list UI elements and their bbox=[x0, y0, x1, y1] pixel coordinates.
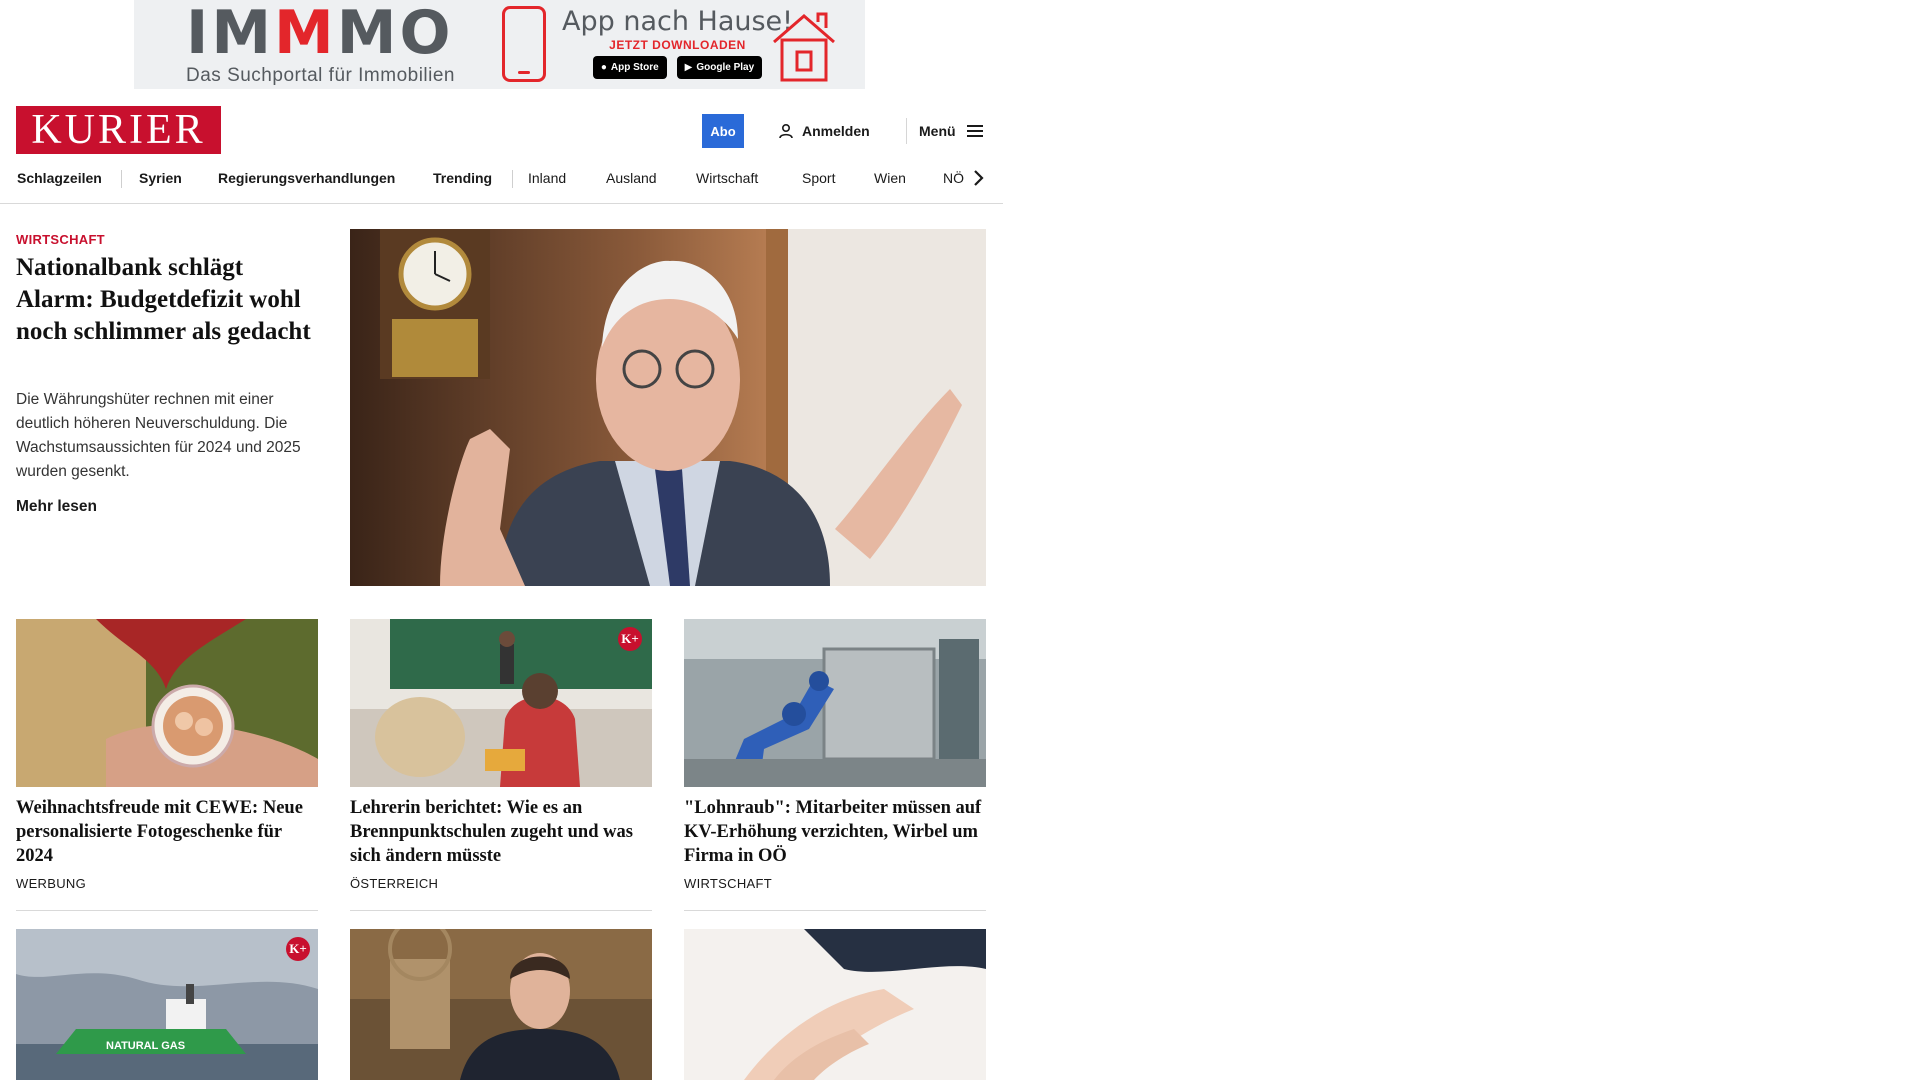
phone-icon bbox=[502, 6, 546, 82]
ad-text: App nach Hause! JETZT DOWNLOADEN ● App S… bbox=[562, 6, 793, 79]
ad-banner[interactable]: IMMMO Das Suchportal für Immobilien App … bbox=[134, 0, 865, 89]
card-headline[interactable]: Weihnachtsfreude mit CEWE: Neue personal… bbox=[16, 796, 318, 868]
chevron-right-icon bbox=[974, 170, 984, 186]
card-category[interactable]: WERBUNG bbox=[16, 876, 86, 891]
abo-button[interactable]: Abo bbox=[702, 114, 744, 148]
menu-button[interactable]: Menü bbox=[919, 114, 984, 148]
card-image[interactable] bbox=[350, 929, 652, 1080]
ad-logo-accent: M bbox=[274, 0, 337, 68]
nav-item-regierungsverhandlungen[interactable]: Regierungsverhandlungen bbox=[218, 160, 395, 196]
card-headline[interactable]: Lehrerin berichtet: Wie es an Brennpunkt… bbox=[350, 796, 652, 868]
nav-separator bbox=[121, 170, 122, 188]
read-more-link[interactable]: Mehr lesen bbox=[16, 498, 97, 516]
ad-store-badges: ● App Store ▶ Google Play bbox=[592, 56, 763, 79]
ad-logo-prefix: IM bbox=[186, 0, 275, 68]
card-category[interactable]: ÖSTERREICH bbox=[350, 876, 438, 891]
card-divider bbox=[16, 910, 318, 911]
premium-badge: K+ bbox=[286, 937, 310, 961]
kurier-logo[interactable]: KURIER bbox=[16, 106, 221, 154]
ad-headline: App nach Hause! bbox=[562, 6, 793, 37]
app-store-badge[interactable]: ● App Store bbox=[592, 56, 667, 79]
menu-label: Menü bbox=[919, 123, 956, 139]
card-divider bbox=[350, 910, 652, 911]
card-image[interactable]: K+ bbox=[350, 619, 652, 787]
nav-item-noe[interactable]: NÖ bbox=[943, 160, 964, 196]
nav-item-trending[interactable]: Trending bbox=[433, 160, 492, 196]
nav-item-schlagzeilen[interactable]: Schlagzeilen bbox=[17, 160, 102, 196]
ad-cta: JETZT DOWNLOADEN bbox=[609, 38, 746, 52]
ad-logo-suffix: MO bbox=[336, 0, 454, 68]
card-image[interactable]: NATURAL GAS K+ bbox=[16, 929, 318, 1080]
nav-item-inland[interactable]: Inland bbox=[528, 160, 566, 196]
card-image[interactable] bbox=[684, 929, 986, 1080]
card-divider bbox=[684, 910, 986, 911]
lead-category[interactable]: WIRTSCHAFT bbox=[16, 232, 105, 247]
lead-headline[interactable]: Nationalbank schlägt Alarm: Budgetdefizi… bbox=[16, 252, 316, 348]
premium-badge: K+ bbox=[618, 627, 642, 651]
google-play-badge[interactable]: ▶ Google Play bbox=[676, 56, 763, 79]
hamburger-icon bbox=[966, 125, 983, 137]
house-icon bbox=[773, 12, 835, 82]
nav-item-sport[interactable]: Sport bbox=[802, 160, 835, 196]
ad-logo-subtitle: Das Suchportal für Immobilien bbox=[186, 64, 455, 86]
card-image-text: NATURAL GAS bbox=[106, 1040, 185, 1052]
header-divider bbox=[906, 118, 907, 144]
lead-image[interactable] bbox=[350, 229, 986, 586]
apple-icon: ● bbox=[600, 62, 607, 73]
login-label: Anmelden bbox=[802, 123, 870, 139]
card-category[interactable]: WIRTSCHAFT bbox=[684, 876, 772, 891]
card-image[interactable] bbox=[684, 619, 986, 787]
nav-item-syrien[interactable]: Syrien bbox=[139, 160, 182, 196]
main-navigation: Schlagzeilen Syrien Regierungsverhandlun… bbox=[0, 160, 1003, 204]
card-headline[interactable]: "Lohnraub": Mitarbeiter müssen auf KV-Er… bbox=[684, 796, 986, 868]
nav-item-wien[interactable]: Wien bbox=[874, 160, 906, 196]
card-image[interactable] bbox=[16, 619, 318, 787]
ad-logo: IMMMO Das Suchportal für Immobilien bbox=[186, 3, 455, 87]
nav-item-ausland[interactable]: Ausland bbox=[606, 160, 657, 196]
nav-separator bbox=[512, 170, 513, 188]
lead-teaser: Die Währungshüter rechnen mit einer deut… bbox=[16, 391, 301, 480]
nav-next-button[interactable] bbox=[966, 164, 990, 192]
user-icon bbox=[779, 123, 793, 139]
login-button[interactable]: Anmelden bbox=[778, 114, 870, 148]
nav-item-wirtschaft[interactable]: Wirtschaft bbox=[696, 160, 758, 196]
play-icon: ▶ bbox=[684, 62, 693, 73]
